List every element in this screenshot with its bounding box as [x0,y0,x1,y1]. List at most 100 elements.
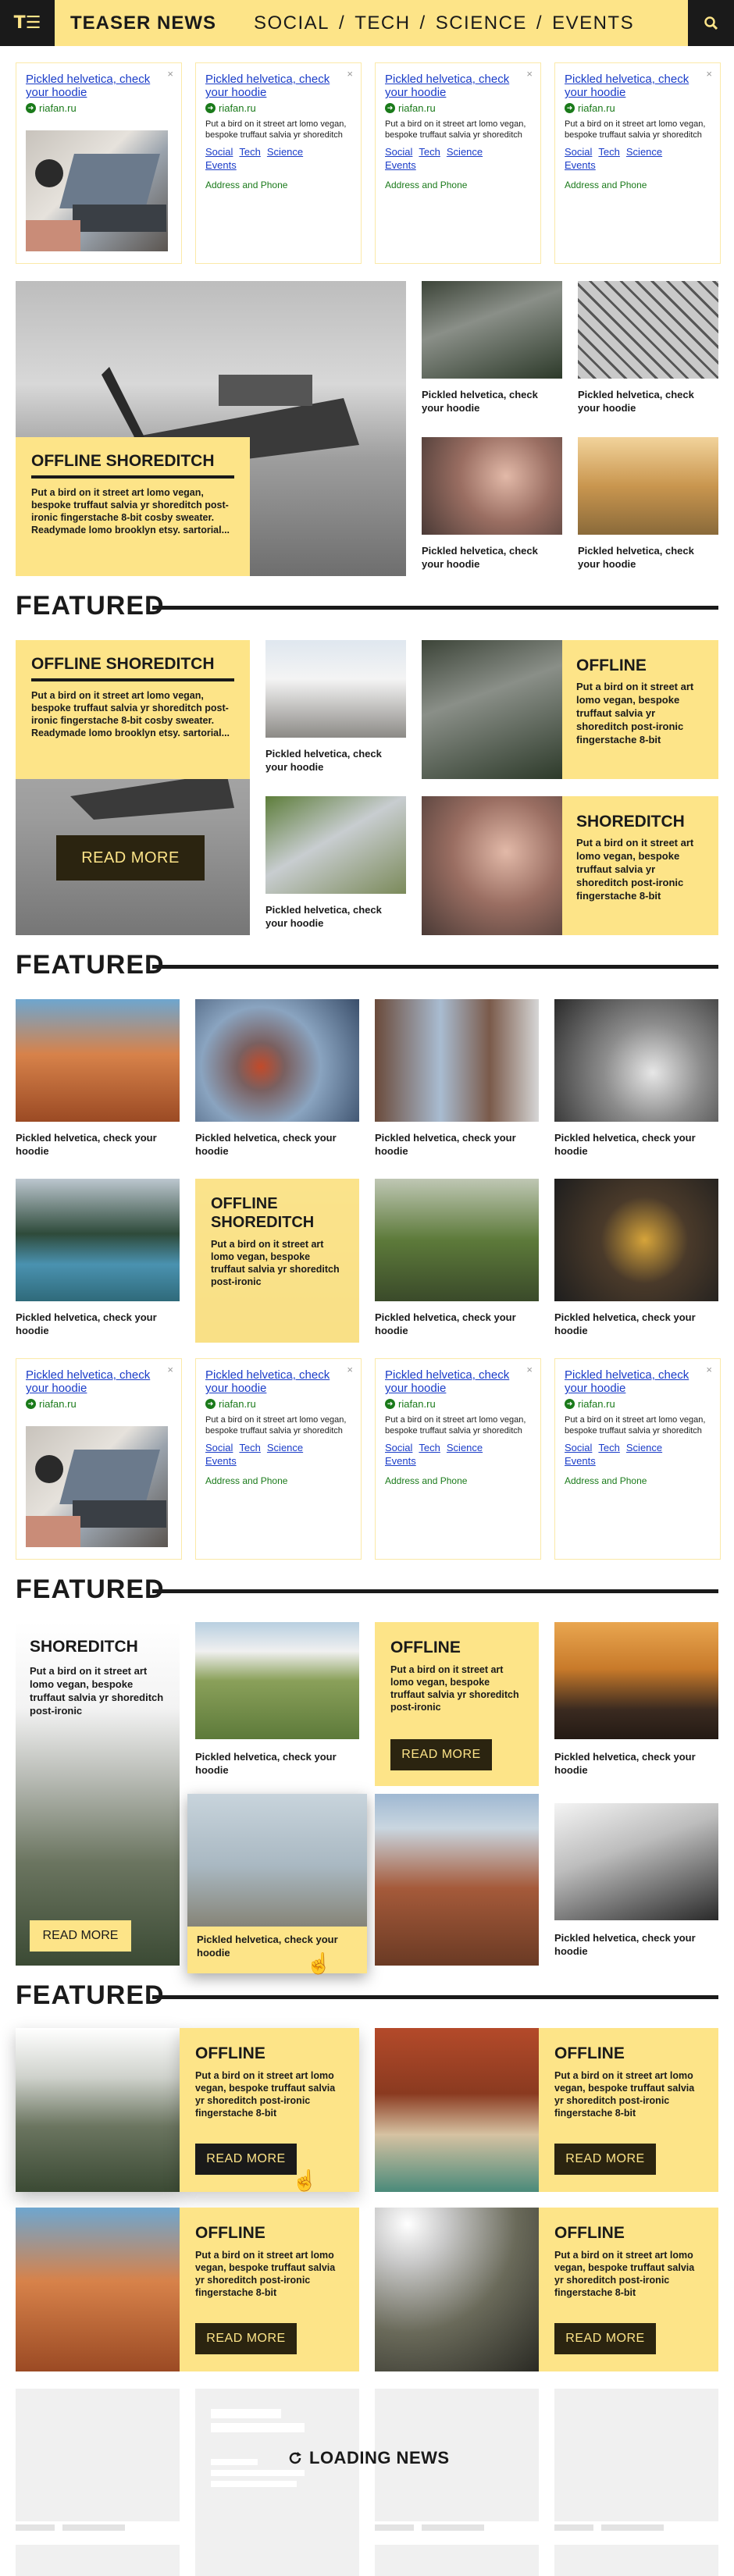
ad-link-science[interactable]: Science [267,146,303,158]
image-glass-roof[interactable] [578,281,718,379]
ad-source[interactable]: ➜ riafan.ru [205,102,351,114]
featured-card-main[interactable]: OFFLINE SHOREDITCH Put a bird on it stre… [16,640,250,779]
feature-card-title[interactable]: OFFLINE [195,2223,344,2243]
ad-link-events[interactable]: Events [205,159,237,171]
image-canyon[interactable] [16,2208,180,2371]
ad-title[interactable]: Pickled helvetica, check your hoodie [205,1368,351,1395]
ad-title[interactable]: Pickled helvetica, check your hoodie [385,1368,531,1395]
read-more-button[interactable]: READ MORE [554,2323,656,2354]
ad-card[interactable]: × Pickled helvetica, check your hoodie ➜… [16,62,182,264]
ad-image-laptop[interactable] [26,130,168,251]
ad-link-social[interactable]: Social [205,1442,233,1453]
ad-link-social[interactable]: Social [205,146,233,158]
ad-link-science[interactable]: Science [626,1442,662,1453]
close-icon[interactable]: × [347,1364,353,1375]
side-card-title[interactable]: SHOREDITCH [576,812,704,831]
article-caption[interactable]: Pickled helvetica, check your hoodie [578,544,718,571]
hero-caption-card[interactable]: OFFLINE SHOREDITCH Put a bird on it stre… [16,437,250,576]
ad-link-social[interactable]: Social [385,1442,412,1453]
image-sunset-sea[interactable] [554,1622,718,1739]
ad-source[interactable]: ➜ riafan.ru [385,1398,531,1410]
featured-title[interactable]: OFFLINE SHOREDITCH [211,1194,344,1232]
feature-card-title[interactable]: OFFLINE [195,2044,344,2063]
ad-address[interactable]: Address and Phone [205,180,351,190]
read-more-button[interactable]: READ MORE [56,835,205,881]
image-tunnel-bw[interactable] [554,1803,718,1920]
ad-card[interactable]: × Pickled helvetica, check your hoodie ➜… [554,62,721,264]
brand-name[interactable]: TEASER NEWS [70,12,216,34]
ad-address[interactable]: Address and Phone [565,180,711,190]
close-icon[interactable]: × [167,1364,173,1375]
side-card-title[interactable]: OFFLINE [390,1638,523,1657]
search-button[interactable] [688,0,734,46]
ad-link-events[interactable]: Events [565,1455,596,1467]
ad-link-events[interactable]: Events [565,159,596,171]
ad-card[interactable]: × Pickled helvetica, check your hoodie ➜… [195,1358,362,1560]
feature-card-title[interactable]: OFFLINE [554,2223,703,2243]
image-misty-cliff[interactable] [16,2028,180,2192]
ad-source[interactable]: ➜ riafan.ru [26,1398,172,1410]
ad-title[interactable]: Pickled helvetica, check your hoodie [205,73,351,99]
article-caption[interactable]: Pickled helvetica, check your hoodie [578,388,718,415]
nav-events[interactable]: EVENTS [552,12,634,34]
ad-source[interactable]: ➜ riafan.ru [565,1398,711,1410]
ad-link-tech[interactable]: Tech [239,146,260,158]
logo[interactable]: T☰ [0,0,55,46]
close-icon[interactable]: × [347,68,353,80]
image-city-street[interactable] [375,999,539,1122]
article-caption[interactable]: Pickled helvetica, check your hoodie [16,1131,172,1158]
ad-link-tech[interactable]: Tech [239,1442,260,1453]
nav-social[interactable]: SOCIAL [254,12,330,34]
ad-card[interactable]: × Pickled helvetica, check your hoodie ➜… [554,1358,721,1560]
ad-card[interactable]: × Pickled helvetica, check your hoodie ➜… [375,62,541,264]
article-caption[interactable]: Pickled helvetica, check your hoodie [16,1311,172,1337]
image-mountain-bike[interactable] [375,1179,539,1301]
ad-link-science[interactable]: Science [447,146,483,158]
ad-title[interactable]: Pickled helvetica, check your hoodie [565,1368,711,1395]
image-sneakers[interactable] [265,796,406,894]
article-caption[interactable]: Pickled helvetica, check your hoodie [195,1750,351,1777]
hero-title[interactable]: OFFLINE SHOREDITCH [31,451,234,471]
ad-title[interactable]: Pickled helvetica, check your hoodie [565,73,711,99]
article-caption[interactable]: Pickled helvetica, check your hoodie [422,544,562,571]
article-caption[interactable]: Pickled helvetica, check your hoodie [375,1311,531,1337]
nav-science[interactable]: SCIENCE [436,12,527,34]
ad-link-tech[interactable]: Tech [419,1442,440,1453]
article-caption[interactable]: Pickled helvetica, check your hoodie [197,1933,358,1959]
article-caption[interactable]: Pickled helvetica, check your hoodie [375,1131,531,1158]
ad-address[interactable]: Address and Phone [565,1475,711,1486]
read-more-button[interactable]: READ MORE [30,1920,131,1952]
ad-link-tech[interactable]: Tech [598,146,619,158]
article-caption[interactable]: Pickled helvetica, check your hoodie [195,1131,351,1158]
side-card-shoreditch[interactable]: SHOREDITCH Put a bird on it street art l… [562,796,718,935]
ad-image-laptop[interactable] [26,1426,168,1547]
ad-link-tech[interactable]: Tech [419,146,440,158]
ad-link-science[interactable]: Science [267,1442,303,1453]
read-more-button[interactable]: READ MORE [195,2323,297,2354]
ad-address[interactable]: Address and Phone [385,1475,531,1486]
ad-source[interactable]: ➜ riafan.ru [26,102,172,114]
ad-title[interactable]: Pickled helvetica, check your hoodie [385,73,531,99]
ad-link-events[interactable]: Events [205,1455,237,1467]
ad-address[interactable]: Address and Phone [205,1475,351,1486]
ad-link-social[interactable]: Social [385,146,412,158]
ad-source[interactable]: ➜ riafan.ru [565,102,711,114]
article-caption[interactable]: Pickled helvetica, check your hoodie [265,903,406,930]
ad-title[interactable]: Pickled helvetica, check your hoodie [26,73,172,99]
hover-caption-card[interactable]: Pickled helvetica, check your hoodie [187,1927,367,1973]
image-lake[interactable] [16,1179,180,1301]
side-card-title[interactable]: OFFLINE [576,656,704,675]
featured-title[interactable]: OFFLINE SHOREDITCH [31,654,234,674]
image-wheat-sunset[interactable] [578,437,718,535]
image-bicycle-bw[interactable] [554,999,718,1122]
featured-card-overlay[interactable]: OFFLINE SHOREDITCH Put a bird on it stre… [195,1179,359,1343]
ad-link-science[interactable]: Science [626,146,662,158]
article-caption[interactable]: Pickled helvetica, check your hoodie [265,747,406,774]
ad-card[interactable]: × Pickled helvetica, check your hoodie ➜… [375,1358,541,1560]
article-caption[interactable]: Pickled helvetica, check your hoodie [422,388,562,415]
image-canyon[interactable] [16,999,180,1122]
ad-source[interactable]: ➜ riafan.ru [205,1398,351,1410]
image-woman-portrait[interactable] [422,796,562,935]
ad-link-tech[interactable]: Tech [598,1442,619,1453]
ad-link-social[interactable]: Social [565,1442,592,1453]
